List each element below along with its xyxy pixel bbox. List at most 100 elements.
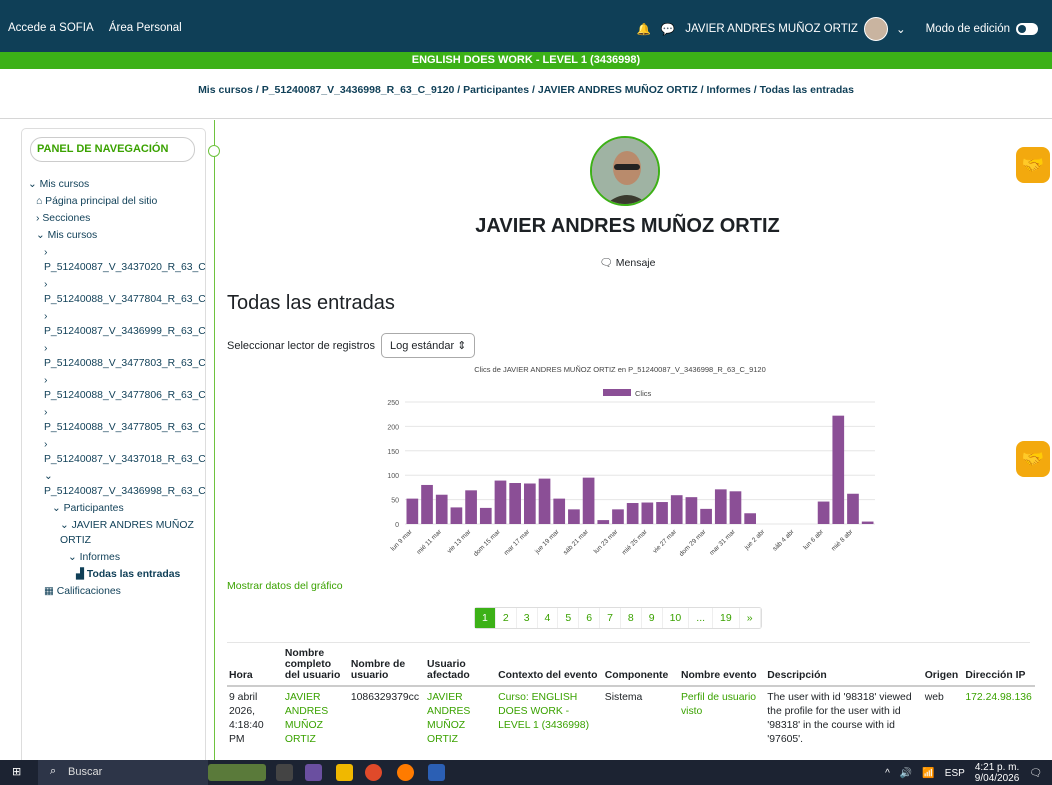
chevron-right-icon: › [44, 279, 48, 290]
widget-icon[interactable] [208, 764, 266, 781]
page-link[interactable]: 19 [713, 608, 740, 628]
nav-item[interactable]: ⌄ Participantes [28, 501, 203, 516]
nav-item[interactable]: ▦ Calificaciones [28, 584, 203, 599]
lang-indicator[interactable]: ESP [945, 768, 965, 779]
x-tick-label: jue 2 abr [743, 528, 767, 552]
drawer-toggle[interactable] [208, 145, 220, 157]
page-link[interactable]: 1 [475, 608, 496, 628]
bar [670, 495, 683, 524]
user-menu-name[interactable]: JAVIER ANDRES MUÑOZ ORTIZ [685, 23, 858, 35]
table-cell[interactable]: JAVIER ANDRES MUÑOZ ORTIZ [283, 686, 349, 751]
chat-icon[interactable]: 💬 [661, 22, 675, 36]
page-link[interactable]: 4 [538, 608, 559, 628]
nav-item-label: P_51240087_V_3437020_R_63_C_9120 [44, 262, 206, 273]
nav-item[interactable]: ⌄ Mis cursos [28, 177, 203, 192]
nav-item[interactable]: › P_51240088_V_3477806_R_63_C_9120 [28, 373, 205, 403]
nav-item[interactable]: › Secciones [28, 211, 203, 226]
chevron-right-icon: › [44, 439, 48, 450]
nav-item[interactable]: ⌄ Mis cursos [28, 228, 203, 243]
nav-item[interactable]: ▟ Todas las entradas [28, 567, 203, 582]
task-view-icon[interactable] [276, 764, 293, 781]
windows-start-icon[interactable]: ⊞ [12, 765, 21, 778]
x-tick-label: sáb 21 mar [562, 528, 591, 557]
show-chart-data-link[interactable]: Mostrar datos del gráfico [227, 580, 343, 592]
table-cell[interactable]: Curso: ENGLISH DOES WORK - LEVEL 1 (3436… [496, 686, 603, 751]
notification-icon[interactable]: 🗨 [1029, 768, 1042, 779]
chevron-right-icon: › [44, 375, 48, 386]
volume-icon[interactable]: 🔊 [900, 768, 912, 779]
breadcrumb-item[interactable]: Informes [706, 84, 750, 96]
table-icon: ▦ [44, 586, 57, 597]
page-link[interactable]: 2 [496, 608, 517, 628]
nav-item-label: P_51240088_V_3477804_R_63_C_9120 [44, 294, 206, 305]
nav-item[interactable]: ⌄ P_51240087_V_3436998_R_63_C_9120 [28, 469, 205, 499]
bar [847, 493, 859, 524]
chevron-right-icon: › [44, 407, 48, 418]
system-tray: ^ 🔊 📶 ESP 4:21 p. m. 9/04/2026 🗨 [885, 762, 1042, 784]
page-link[interactable]: 8 [621, 608, 642, 628]
clock-time: 4:21 p. m. [974, 762, 1020, 773]
nav-item-label: Secciones [42, 213, 91, 224]
firefox-icon[interactable] [397, 764, 414, 781]
table-cell[interactable]: 172.24.98.136 [963, 686, 1035, 751]
table-cell[interactable]: JAVIER ANDRES MUÑOZ ORTIZ [425, 686, 496, 751]
chevron-down-icon[interactable]: ⌄ [896, 22, 906, 36]
page-link[interactable]: 3 [517, 608, 538, 628]
sofia-link[interactable]: Accede a SOFIA [8, 22, 94, 34]
bar [612, 509, 624, 524]
table-cell: web [924, 692, 944, 703]
bar [729, 491, 742, 524]
wifi-icon[interactable]: 📶 [922, 768, 934, 779]
personal-area-link[interactable]: Área Personal [109, 22, 182, 34]
handshake-icon[interactable]: 🤝 [1016, 441, 1050, 477]
breadcrumb-item[interactable]: Mis cursos [198, 84, 253, 96]
nav-item-label: P_51240088_V_3477805_R_63_C_9120 [44, 422, 206, 433]
page-link[interactable]: 10 [663, 608, 690, 628]
y-tick-label: 100 [387, 473, 399, 480]
handshake-icon[interactable]: 🤝 [1016, 147, 1050, 183]
clock[interactable]: 4:21 p. m. 9/04/2026 [975, 762, 1020, 784]
chevron-right-icon: › [44, 247, 48, 258]
x-tick-label: mié 25 mar [621, 528, 650, 557]
chrome-icon[interactable] [365, 764, 382, 781]
nav-item-label: Informes [79, 552, 121, 563]
page-link[interactable]: » [740, 608, 761, 628]
x-tick-label: mié 11 mar [416, 528, 444, 556]
nav-item[interactable]: › P_51240087_V_3437020_R_63_C_9120 [28, 245, 206, 275]
nav-item[interactable]: ⌂ Página principal del sitio [28, 194, 203, 209]
page-link[interactable]: 5 [558, 608, 580, 628]
nav-item[interactable]: › P_51240088_V_3477805_R_63_C_9120 [28, 405, 206, 435]
bar [435, 494, 448, 524]
nav-item[interactable]: › P_51240087_V_3436999_R_63_C_9120 [28, 309, 205, 339]
breadcrumb-item[interactable]: P_51240087_V_3436998_R_63_C_9120 [262, 84, 455, 96]
avatar[interactable] [863, 17, 888, 41]
taskbar-search[interactable]: Buscar [38, 760, 208, 785]
column-header: Dirección IP [963, 646, 1035, 687]
app-icon[interactable] [305, 764, 322, 781]
log-reader-select[interactable]: Log estándar ⇕ [380, 333, 476, 358]
nav-item[interactable]: ⌄ JAVIER ANDRES MUÑOZ ORTIZ [28, 518, 203, 548]
breadcrumb-item[interactable]: JAVIER ANDRES MUÑOZ ORTIZ [538, 84, 698, 96]
table-cell: 9 abril 2026, 4:18:40 PM [229, 692, 264, 745]
chevron-right-icon: › [44, 311, 48, 322]
page-link[interactable]: 9 [642, 608, 663, 628]
page-link[interactable]: ... [689, 608, 714, 628]
nav-item[interactable]: › P_51240087_V_3437018_R_63_C_9120 [28, 437, 205, 467]
home-icon: ⌂ [36, 196, 46, 207]
breadcrumb-item[interactable]: Participantes [463, 84, 529, 96]
nav-tree: ⌄ Mis cursos ⌂ Página principal del sitio… [28, 177, 206, 601]
word-icon[interactable] [428, 764, 445, 781]
file-explorer-icon[interactable] [336, 764, 353, 781]
x-tick-label: lun 6 abr [802, 528, 825, 551]
table-cell[interactable]: Perfil de usuario visto [679, 686, 765, 751]
nav-item[interactable]: › P_51240088_V_3477804_R_63_C_9120 [28, 277, 206, 307]
edit-mode-toggle[interactable] [1016, 23, 1038, 35]
chevron-up-icon[interactable]: ^ [885, 768, 890, 779]
bell-icon[interactable]: 🔔 [637, 22, 651, 36]
breadcrumb-item: Todas las entradas [759, 84, 854, 96]
message-button[interactable]: 🗨 Mensaje [225, 256, 1030, 269]
page-link[interactable]: 6 [579, 608, 601, 628]
nav-item[interactable]: ⌄ Informes [28, 550, 203, 565]
page-link[interactable]: 7 [600, 608, 621, 628]
nav-item[interactable]: › P_51240088_V_3477803_R_63_C_9120 [28, 341, 205, 371]
